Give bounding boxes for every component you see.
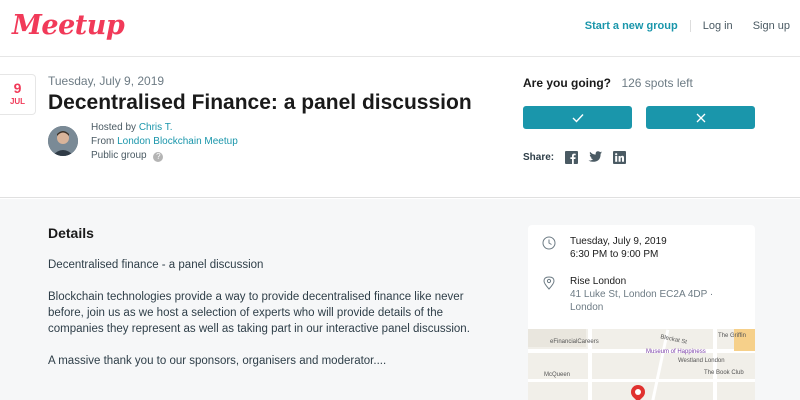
event-header: 9 JUL Tuesday, July 9, 2019 Decentralise… (0, 58, 800, 198)
rsvp-yes-button[interactable] (523, 106, 632, 129)
rsvp-buttons (523, 106, 755, 129)
map-road (528, 379, 755, 382)
group-name-link[interactable]: London Blockchain Meetup (117, 136, 238, 147)
host-avatar[interactable] (48, 126, 78, 156)
location-text: Rise London 41 Luke St, London EC2A 4DP … (570, 275, 713, 314)
location-map[interactable]: eFinancialCareers Museum of Happiness We… (528, 329, 755, 400)
map-label: Museum of Happiness (646, 349, 706, 355)
map-label: Westland London (678, 358, 725, 364)
date-badge-month: JUL (9, 97, 26, 106)
linkedin-icon[interactable] (612, 150, 626, 164)
x-icon (696, 113, 705, 122)
event-date: Tuesday, July 9, 2019 (48, 74, 165, 88)
avatar-image (48, 126, 78, 156)
group-line: From London Blockchain Meetup (91, 135, 238, 149)
location-pin-icon (543, 276, 555, 290)
sidebar-time: 6:30 PM to 9:00 PM (570, 249, 659, 260)
details-paragraph: Decentralised finance - a panel discussi… (48, 259, 264, 271)
map-label: The Book Club (704, 370, 744, 376)
host-name-link[interactable]: Chris T. (139, 122, 173, 133)
details-paragraph: Blockchain technologies provide a way to… (48, 291, 470, 335)
event-body: Details Decentralised finance - a panel … (0, 199, 800, 400)
datetime-text: Tuesday, July 9, 2019 6:30 PM to 9:00 PM (570, 235, 667, 261)
top-nav: Meetup Start a new group Log in Sign up (0, 0, 800, 57)
date-badge: 9 JUL (0, 74, 36, 115)
facebook-icon[interactable] (564, 150, 578, 164)
location-row: Rise London 41 Luke St, London EC2A 4DP … (542, 275, 713, 314)
map-road (528, 349, 755, 353)
event-info-card: Tuesday, July 9, 2019 6:30 PM to 9:00 PM… (528, 225, 755, 400)
venue-city: London (570, 302, 604, 313)
clock-icon (542, 236, 556, 250)
map-label: McQueen (544, 372, 571, 378)
spots-left: 126 spots left (621, 76, 693, 90)
start-new-group-link[interactable]: Start a new group (585, 20, 691, 32)
sidebar-date: Tuesday, July 9, 2019 (570, 236, 667, 247)
share-row: Share: (523, 150, 755, 164)
share-label: Share: (523, 151, 555, 163)
event-title: Decentralised Finance: a panel discussio… (48, 91, 472, 114)
map-marker-icon[interactable] (628, 382, 648, 400)
group-type: Public group (91, 150, 147, 161)
details-text: Decentralised finance - a panel discussi… (48, 257, 473, 385)
nav-links: Start a new group Log in Sign up (585, 20, 790, 32)
from-label: From (91, 136, 115, 147)
host-info: Hosted by Chris T. From London Blockchai… (91, 121, 238, 163)
meetup-logo[interactable]: Meetup (12, 10, 125, 41)
venue-name[interactable]: Rise London (570, 275, 713, 288)
check-icon (572, 113, 584, 123)
signup-link[interactable]: Sign up (753, 20, 790, 32)
login-link[interactable]: Log in (703, 20, 733, 32)
rsvp-question: Are you going? (523, 76, 611, 90)
date-badge-day: 9 (13, 80, 22, 96)
rsvp-panel: Are you going? 126 spots left Share: (523, 74, 755, 164)
map-label: The Griffin (718, 333, 746, 339)
rsvp-no-button[interactable] (646, 106, 755, 129)
group-type-line: Public group ? (91, 149, 238, 163)
hosted-by-line: Hosted by Chris T. (91, 121, 238, 135)
datetime-row: Tuesday, July 9, 2019 6:30 PM to 9:00 PM (542, 235, 667, 261)
rsvp-question-line: Are you going? 126 spots left (523, 74, 755, 92)
info-icon[interactable]: ? (153, 152, 164, 162)
venue-address: 41 Luke St, London EC2A 4DP · (570, 289, 714, 300)
map-label: eFinancialCareers (550, 339, 599, 345)
details-paragraph: A massive thank you to our sponsors, org… (48, 355, 387, 367)
hosted-by-label: Hosted by (91, 122, 137, 133)
twitter-icon[interactable] (588, 150, 603, 164)
map-road (713, 329, 717, 400)
details-heading: Details (48, 225, 94, 241)
